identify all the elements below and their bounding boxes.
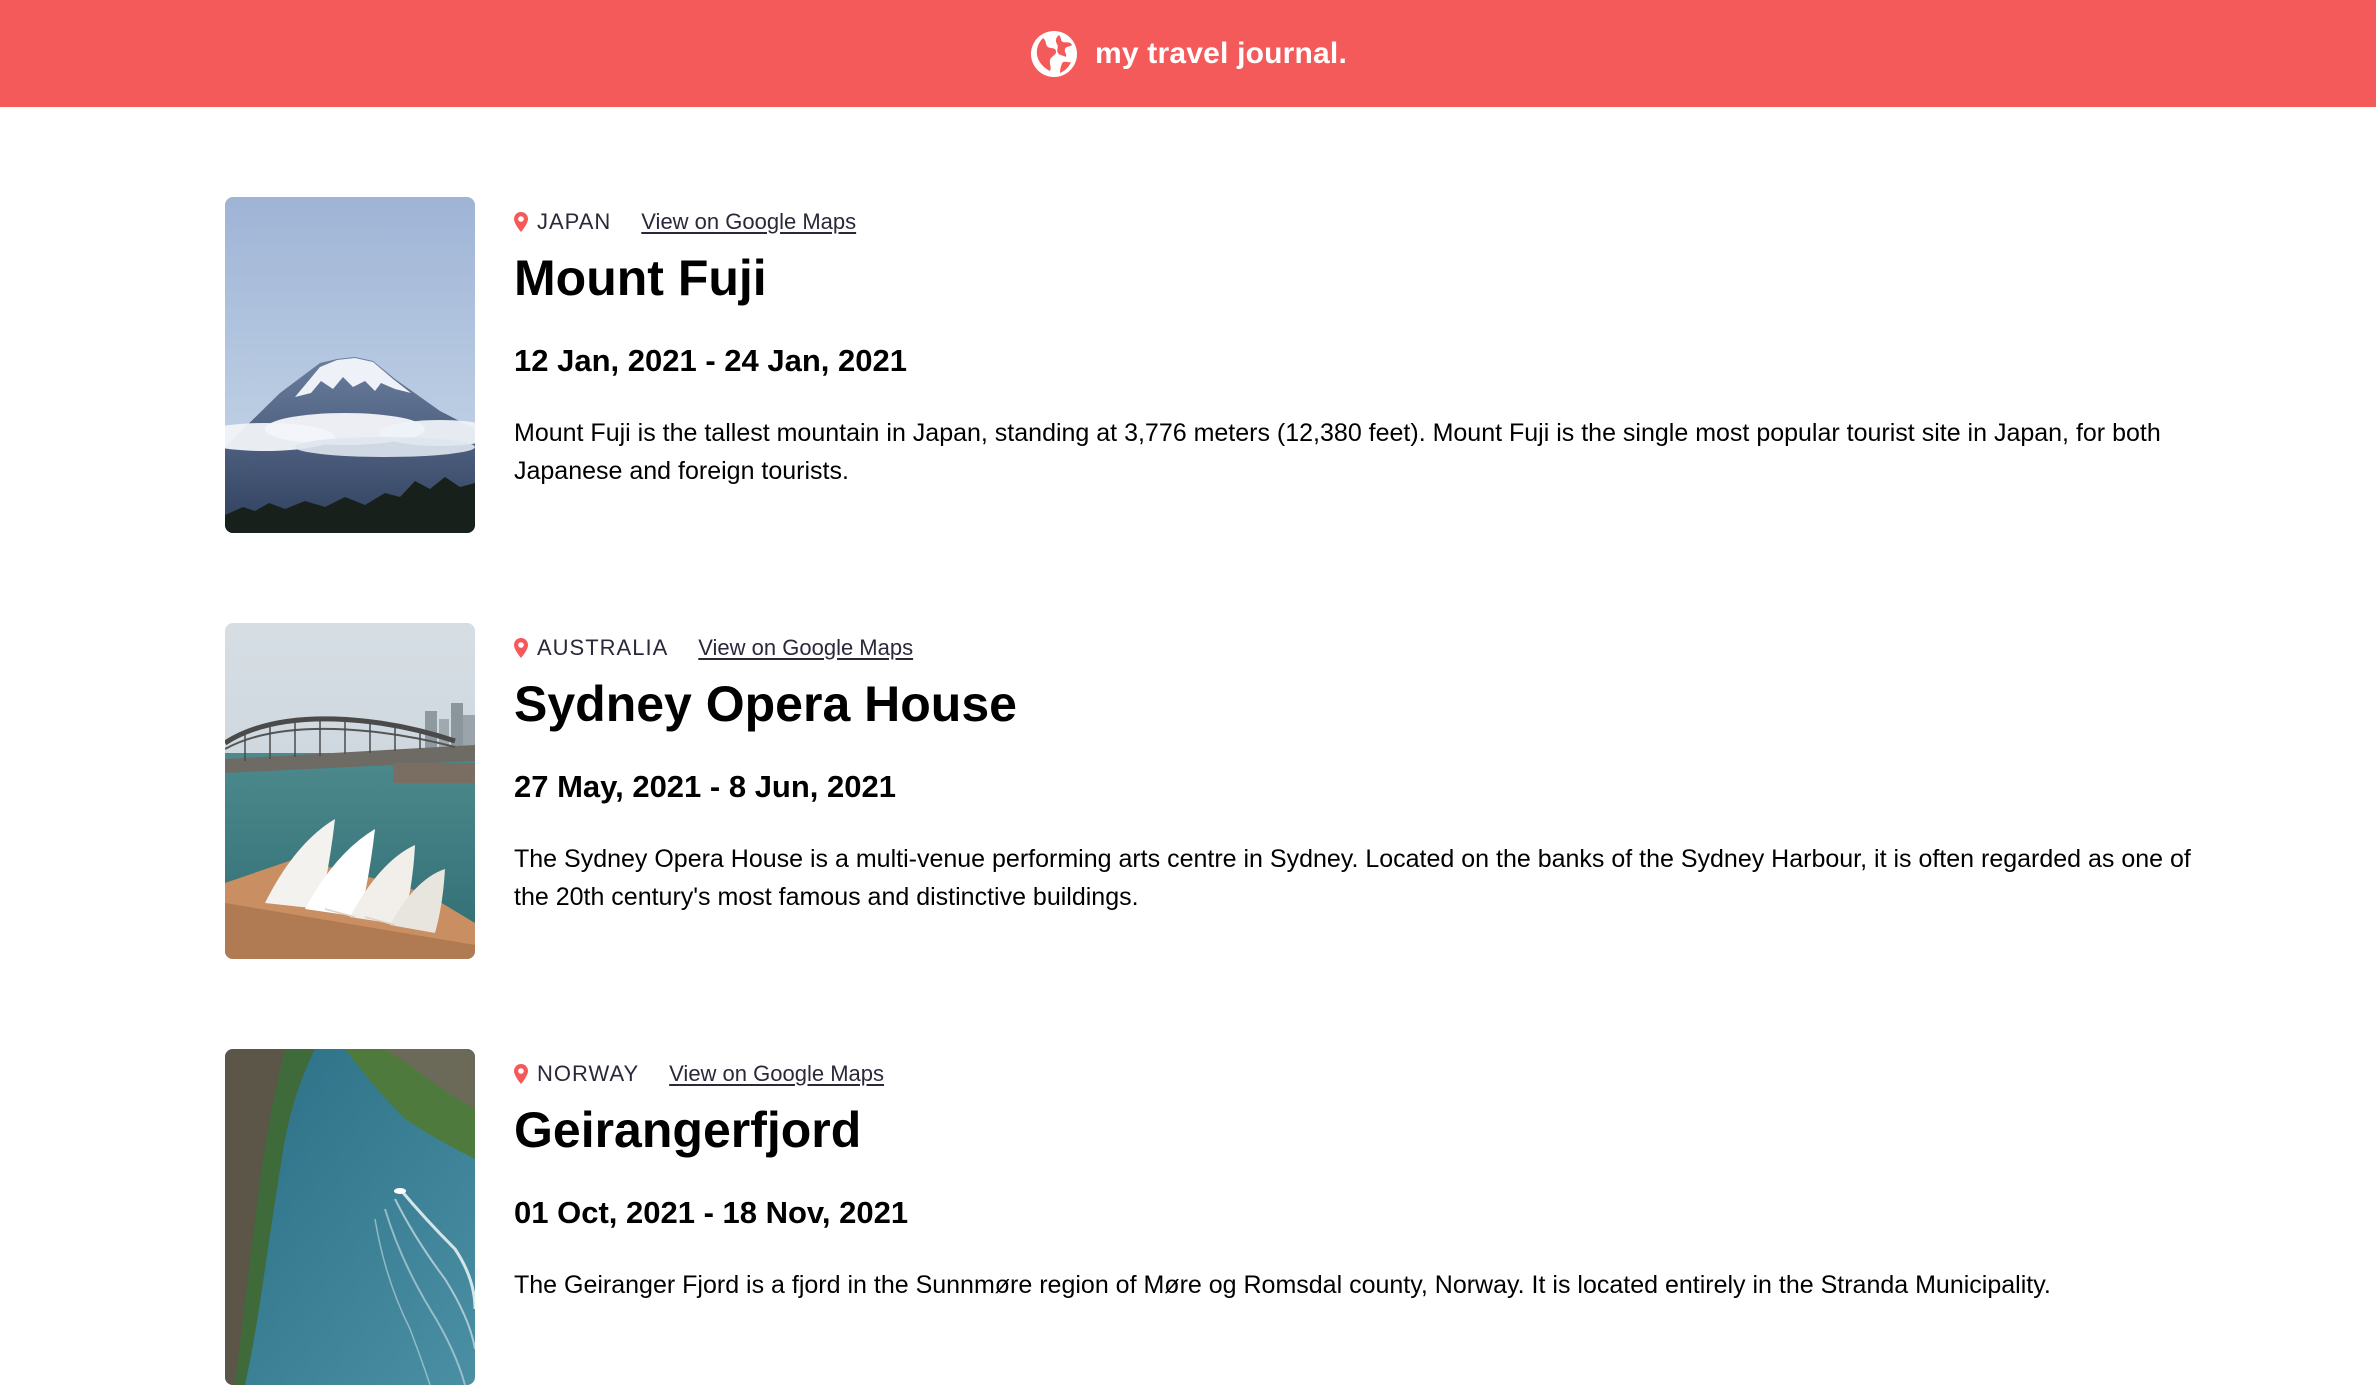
trip-dates: 12 Jan, 2021 - 24 Jan, 2021 [514, 343, 907, 378]
entry-meta: JAPAN View on Google Maps [514, 207, 856, 237]
journal-entry: NORWAY View on Google Maps Geirangerfjor… [225, 1049, 2225, 1385]
location-pin-icon [514, 638, 528, 658]
trip-dates: 27 May, 2021 - 8 Jun, 2021 [514, 769, 896, 804]
location-pin-icon [514, 212, 528, 232]
place-description: The Sydney Opera House is a multi-venue … [514, 845, 2191, 911]
journal-entry: AUSTRALIA View on Google Maps Sydney Ope… [225, 623, 2225, 959]
country-label: JAPAN [537, 209, 612, 234]
mount-fuji-photo [225, 197, 475, 533]
country-label: AUSTRALIA [537, 635, 669, 660]
place-title: Sydney Opera House [514, 676, 1017, 732]
journal-entries: JAPAN View on Google Maps Mount Fuji 12 … [0, 0, 2376, 1385]
google-maps-link[interactable]: View on Google Maps [698, 635, 913, 661]
google-maps-link[interactable]: View on Google Maps [641, 209, 856, 235]
trip-dates: 01 Oct, 2021 - 18 Nov, 2021 [514, 1195, 909, 1230]
place-description: Mount Fuji is the tallest mountain in Ja… [514, 419, 2161, 485]
entry-meta: NORWAY View on Google Maps [514, 1059, 884, 1089]
place-title: Mount Fuji [514, 250, 767, 306]
sydney-opera-house-photo [225, 623, 475, 959]
place-description: The Geiranger Fjord is a fjord in the Su… [514, 1271, 2051, 1299]
journal-entry: JAPAN View on Google Maps Mount Fuji 12 … [225, 197, 2225, 533]
google-maps-link[interactable]: View on Google Maps [669, 1061, 884, 1087]
entry-meta: AUSTRALIA View on Google Maps [514, 633, 913, 663]
location-pin-icon [514, 1064, 528, 1084]
place-title: Geirangerfjord [514, 1102, 862, 1158]
geirangerfjord-photo [225, 1049, 475, 1385]
country-label: NORWAY [537, 1061, 640, 1086]
